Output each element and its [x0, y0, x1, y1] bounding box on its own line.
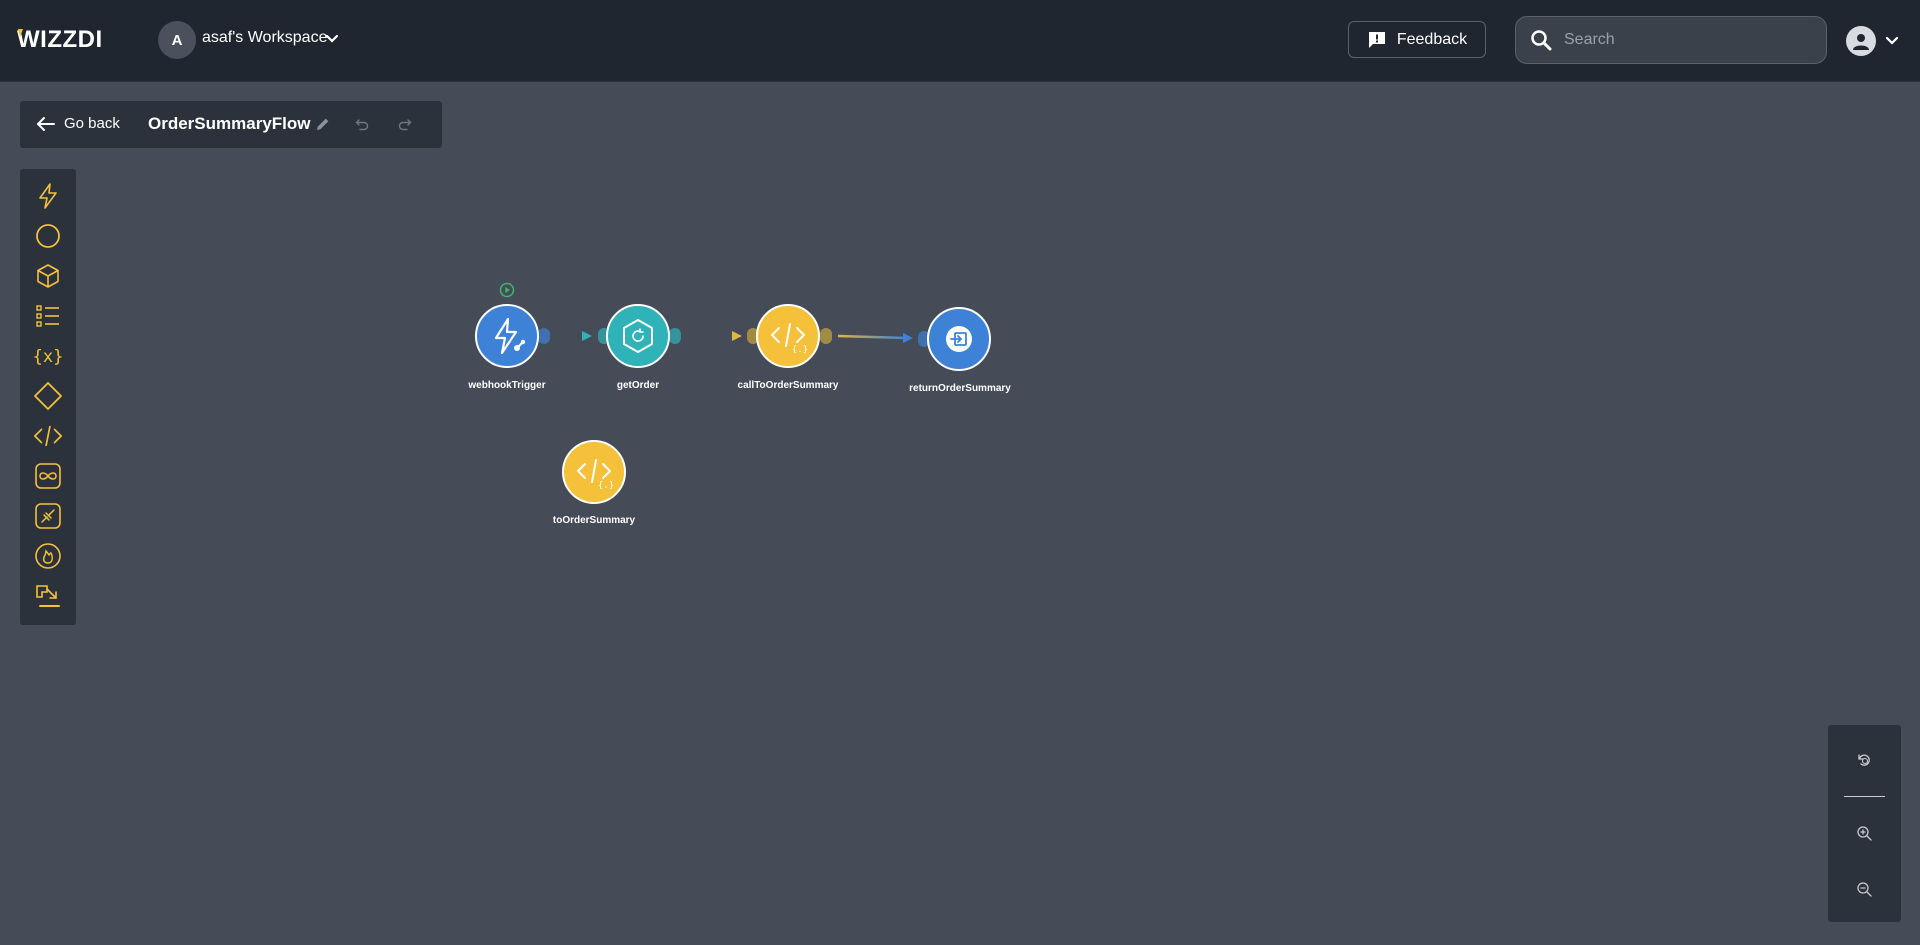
go-back-label: Go back [64, 115, 120, 132]
search-icon [1531, 30, 1552, 51]
flow-header: Go back OrderSummaryFlow [20, 101, 442, 148]
feedback-button[interactable]: Feedback [1348, 21, 1486, 58]
edge-getorder-to-calltoordersummary[interactable] [688, 331, 742, 341]
run-flow-icon[interactable] [499, 282, 515, 303]
workspace-chevron-down-icon[interactable] [324, 31, 340, 52]
output-port[interactable] [538, 328, 550, 344]
output-port[interactable] [820, 328, 832, 344]
feedback-label: Feedback [1396, 30, 1468, 48]
workspace-avatar[interactable]: A [158, 21, 196, 59]
fire-icon[interactable] [33, 541, 63, 571]
code-icon: {.} [562, 440, 626, 504]
trigger-icon[interactable] [33, 181, 63, 211]
user-menu[interactable] [1846, 26, 1900, 56]
edit-pencil-icon[interactable] [315, 116, 331, 137]
zoom-controls [1828, 725, 1901, 922]
cube-refresh-icon [606, 304, 670, 368]
bolt-webhook-icon [475, 304, 539, 368]
list-icon[interactable] [33, 301, 63, 331]
node-label: callToOrderSummary [737, 380, 839, 391]
mapper-icon[interactable] [33, 581, 63, 611]
node-label: getOrder [616, 380, 660, 391]
go-back-button[interactable]: Go back [36, 115, 120, 132]
redo-icon[interactable] [398, 117, 412, 136]
edge-calltoordersummary-to-returnordersummary[interactable] [837, 333, 913, 343]
circle-icon[interactable] [33, 221, 63, 251]
top-bar: WIZZDI A asaf's Workspace Feedback [0, 0, 1920, 82]
user-avatar-icon [1846, 26, 1876, 56]
search-input[interactable] [1562, 30, 1806, 50]
edge-webhook-to-getorder[interactable] [556, 331, 592, 341]
node-label: toOrderSummary [552, 515, 636, 526]
code-icon[interactable] [33, 421, 63, 451]
svg-text:{x}: {x} [33, 347, 63, 367]
workspace-name[interactable]: asaf's Workspace [202, 29, 327, 47]
reset-zoom-icon[interactable] [1854, 750, 1874, 770]
output-port[interactable] [669, 328, 681, 344]
arrow-left-icon [37, 116, 55, 131]
feedback-icon [1368, 31, 1385, 48]
variable-icon[interactable]: {x} [33, 341, 63, 371]
zoom-out-icon[interactable] [1854, 879, 1874, 899]
return-icon [927, 307, 991, 371]
cube-icon[interactable] [33, 261, 63, 291]
svg-text:{.}: {.} [792, 345, 808, 355]
node-label: webhookTrigger [468, 380, 546, 391]
loop-icon[interactable] [33, 461, 63, 491]
integration-icon[interactable] [33, 501, 63, 531]
node-toolbar: {x} [20, 169, 76, 625]
svg-text:{.}: {.} [598, 481, 614, 491]
svg-text:WIZZDI: WIZZDI [17, 26, 103, 52]
wizzdi-logo[interactable]: WIZZDI [17, 26, 139, 52]
user-chevron-down-icon [1885, 36, 1899, 45]
code-icon: {.} [756, 304, 820, 368]
flow-title: OrderSummaryFlow [148, 114, 311, 133]
logo-wordmark-icon: WIZZDI [17, 26, 103, 52]
node-label: returnOrderSummary [909, 383, 1011, 394]
undo-icon[interactable] [355, 117, 369, 136]
diamond-icon[interactable] [33, 381, 63, 411]
search-box[interactable] [1515, 16, 1827, 64]
zoom-divider [1844, 796, 1885, 797]
zoom-in-icon[interactable] [1854, 823, 1874, 843]
